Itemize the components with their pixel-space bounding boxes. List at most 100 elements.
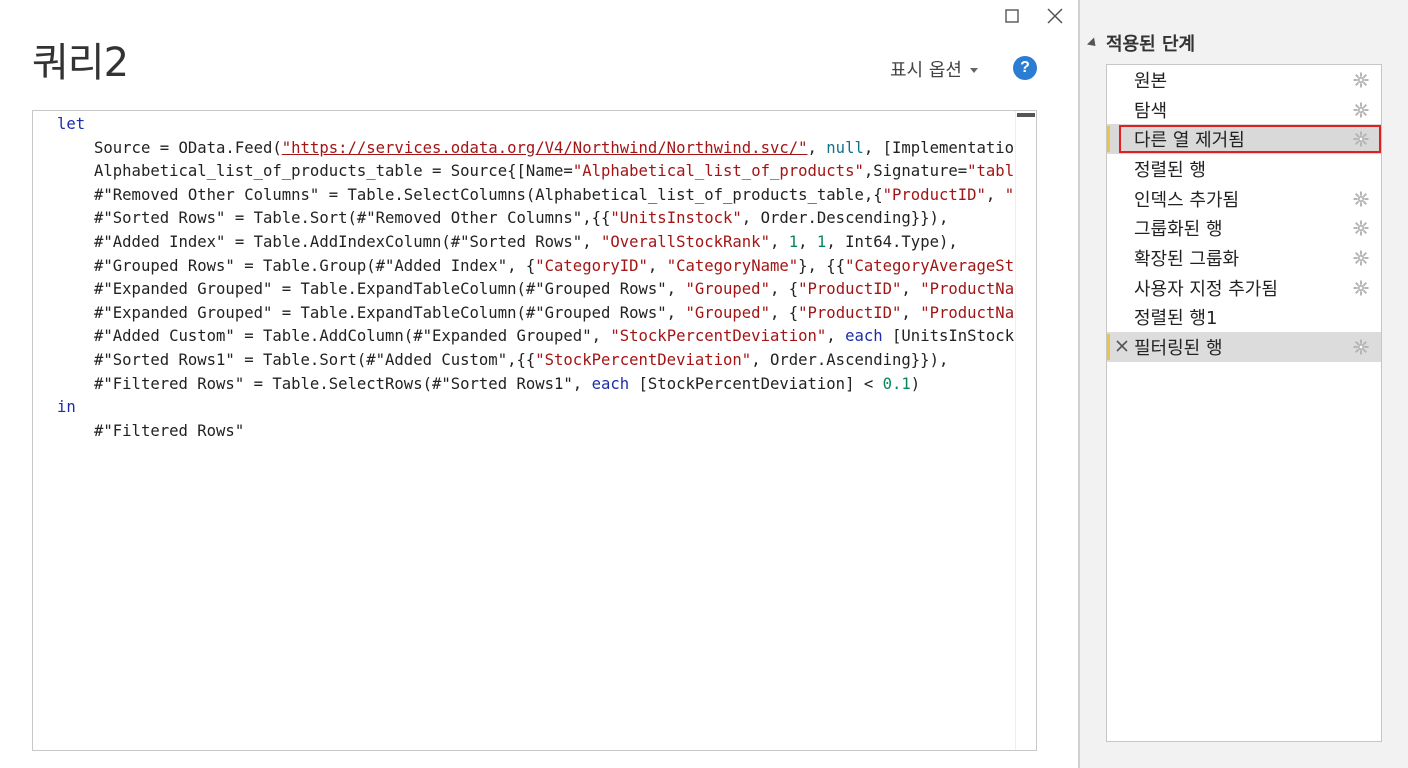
applied-step-label: 다른 열 제거됨 — [1134, 130, 1245, 152]
code-token: , — [901, 303, 921, 322]
code-token: , — [798, 232, 817, 251]
code-token: "StockPercentDeviation" — [610, 327, 827, 346]
code-token: , — [769, 232, 789, 251]
gear-icon[interactable] — [1353, 102, 1369, 118]
code-token: "table" — [967, 162, 1014, 181]
code-token: #"Filtered Rows" — [94, 421, 245, 440]
code-token: "Grouped" — [685, 303, 770, 322]
code-token: #"Expanded Grouped" = Table.ExpandTableC… — [94, 303, 686, 322]
applied-step-label: 인덱스 추가됨 — [1134, 189, 1240, 211]
code-token: Alphabetical_list_of_products_table = So… — [94, 162, 573, 181]
code-line[interactable]: in — [57, 396, 1014, 420]
scrollbar-thumb[interactable] — [1017, 113, 1035, 117]
gear-icon[interactable] — [1353, 339, 1369, 355]
code-line[interactable]: #"Filtered Rows" = Table.SelectRows(#"So… — [57, 373, 1014, 397]
advanced-editor-window: 쿼리2 표시 옵션 ? let Source = OData.Feed("http… — [0, 0, 1078, 768]
code-token: Source = OData.Feed( — [94, 138, 282, 157]
code-token: #"Sorted Rows1" = Table.Sort(#"Added Cus… — [94, 350, 536, 369]
help-button[interactable]: ? — [1013, 56, 1037, 80]
gear-icon[interactable] — [1353, 72, 1369, 88]
code-token: , — [901, 280, 921, 299]
applied-step-item[interactable]: 다른 열 제거됨 — [1107, 124, 1381, 155]
applied-step-item[interactable]: 확장된 그룹화 — [1107, 243, 1381, 273]
gear-icon[interactable] — [1353, 131, 1369, 147]
applied-step-label: 확장된 그룹화 — [1134, 248, 1240, 270]
code-token: , Order.Descending}}), — [741, 209, 949, 228]
code-token: "CategoryID" — [535, 256, 648, 275]
gear-icon[interactable] — [1353, 220, 1369, 236]
code-token: , Int64.Type), — [826, 232, 958, 251]
applied-step-item[interactable]: 탐색 — [1107, 95, 1381, 125]
code-token: ,Signature= — [863, 162, 968, 181]
code-line[interactable]: #"Expanded Grouped" = Table.ExpandTableC… — [57, 278, 1014, 302]
applied-step-item[interactable]: 정렬된 행 — [1107, 154, 1381, 184]
code-token: [UnitsInStock] / [C — [892, 327, 1014, 346]
gear-icon[interactable] — [1353, 280, 1369, 296]
code-token: "CategoryAverageStock" — [845, 256, 1014, 275]
code-token: null — [826, 138, 864, 157]
code-token: #"Filtered Rows" = Table.SelectRows(#"So… — [94, 374, 592, 393]
code-line[interactable]: let — [57, 113, 1014, 137]
code-token: , — [647, 256, 667, 275]
applied-step-item[interactable]: 인덱스 추가됨 — [1107, 184, 1381, 214]
code-token: #"Added Custom" = Table.AddColumn(#"Expa… — [94, 327, 611, 346]
code-token: "OverallStockRank" — [600, 232, 770, 251]
applied-step-label: 원본 — [1134, 70, 1168, 92]
code-line[interactable]: Alphabetical_list_of_products_table = So… — [57, 160, 1014, 184]
code-token: 1 — [788, 232, 799, 251]
code-token: "StockPercentDeviation" — [535, 350, 752, 369]
gear-icon[interactable] — [1353, 191, 1369, 207]
delete-step-icon[interactable] — [1114, 338, 1130, 354]
code-lines[interactable]: let Source = OData.Feed("https://services… — [57, 113, 1014, 750]
applied-step-item[interactable]: 정렬된 행1 — [1107, 303, 1381, 333]
code-token: "UnitsInstock" — [610, 209, 742, 228]
code-token: #"Sorted Rows" = Table.Sort(#"Removed Ot… — [94, 209, 611, 228]
code-token: #"Expanded Grouped" = Table.ExpandTableC… — [94, 280, 686, 299]
query-settings-pane: 적용된 단계 원본탐색다른 열 제거됨 정렬된 행인덱스 추가됨 그룹화된 행확장된… — [1080, 0, 1408, 768]
code-line[interactable]: #"Grouped Rows" = Table.Group(#"Added In… — [57, 255, 1014, 279]
code-token: "ProductName" — [920, 280, 1014, 299]
code-line[interactable]: #"Filtered Rows" — [57, 420, 1014, 444]
code-token: , { — [769, 280, 799, 299]
applied-step-label: 필터링된 행 — [1134, 338, 1223, 360]
code-token: [StockPercentDeviation] < — [629, 374, 883, 393]
code-token: each — [591, 374, 630, 393]
code-token: let — [57, 115, 86, 133]
code-line[interactable]: #"Added Custom" = Table.AddColumn(#"Expa… — [57, 325, 1014, 349]
code-token: in — [57, 398, 76, 417]
code-line[interactable]: #"Added Index" = Table.AddIndexColumn(#"… — [57, 231, 1014, 255]
code-token: #"Grouped Rows" = Table.Group(#"Added In… — [94, 256, 536, 275]
code-line[interactable]: #"Sorted Rows" = Table.Sort(#"Removed Ot… — [57, 207, 1014, 231]
applied-step-item[interactable]: 필터링된 행 — [1107, 332, 1381, 362]
code-token: each — [845, 327, 883, 346]
display-options-dropdown[interactable]: 표시 옵션 — [890, 56, 978, 82]
applied-steps-list: 원본탐색다른 열 제거됨 정렬된 행인덱스 추가됨 그룹화된 행확장된 그룹화사용자… — [1106, 64, 1382, 742]
applied-step-item[interactable]: 사용자 지정 추가됨 — [1107, 273, 1381, 303]
maximize-icon — [1005, 9, 1019, 23]
close-icon — [1047, 8, 1063, 24]
vertical-scrollbar[interactable] — [1015, 111, 1036, 750]
collapse-arrow-icon[interactable] — [1086, 36, 1100, 50]
step-indicator-bar — [1107, 126, 1110, 153]
applied-step-item[interactable]: 그룹화된 행 — [1107, 213, 1381, 243]
code-line[interactable]: #"Expanded Grouped" = Table.ExpandTableC… — [57, 302, 1014, 326]
applied-step-label: 탐색 — [1134, 100, 1168, 122]
code-token: "ProductName" — [1004, 185, 1014, 204]
chevron-down-icon — [969, 67, 978, 73]
code-line[interactable]: #"Removed Other Columns" = Table.SelectC… — [57, 184, 1014, 208]
close-button[interactable] — [1041, 2, 1071, 32]
applied-step-item[interactable]: 원본 — [1107, 65, 1381, 95]
code-token: }, {{ — [798, 256, 846, 275]
code-token: , — [807, 138, 827, 157]
maximize-button[interactable] — [998, 2, 1028, 32]
applied-steps-header[interactable]: 적용된 단계 — [1086, 30, 1195, 56]
code-editor[interactable]: let Source = OData.Feed("https://services… — [32, 110, 1037, 751]
code-token: , — [826, 327, 846, 346]
code-token: , — [985, 185, 1005, 204]
code-token: , Order.Ascending}}), — [751, 350, 949, 369]
code-line[interactable]: Source = OData.Feed("https://services.od… — [57, 137, 1014, 161]
gear-icon[interactable] — [1353, 250, 1369, 266]
applied-step-label: 사용자 지정 추가됨 — [1134, 278, 1278, 300]
code-line[interactable]: #"Sorted Rows1" = Table.Sort(#"Added Cus… — [57, 349, 1014, 373]
code-token: , { — [769, 303, 799, 322]
